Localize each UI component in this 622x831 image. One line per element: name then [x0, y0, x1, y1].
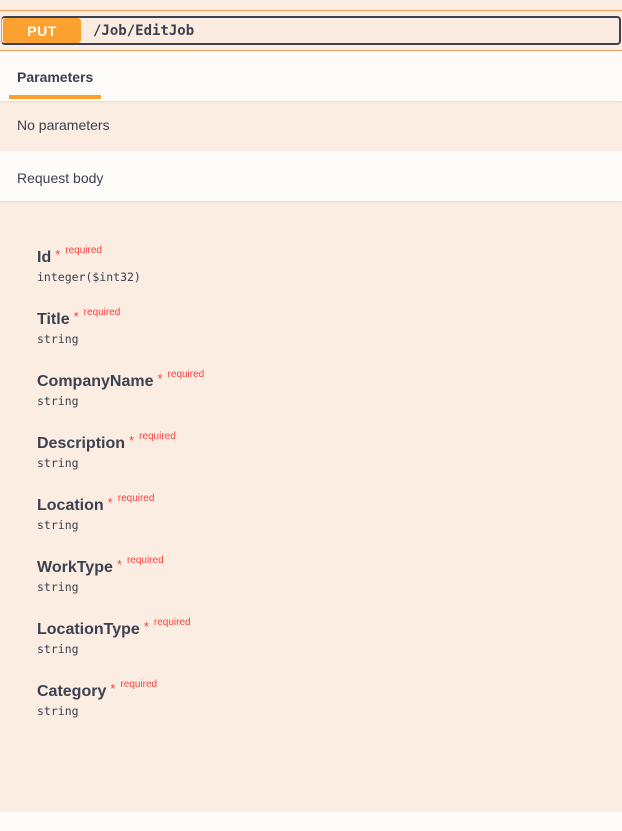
required-label: required — [167, 369, 205, 380]
property-name: Description — [37, 435, 126, 452]
property-name: WorkType — [37, 559, 113, 576]
no-parameters-text: No parameters — [17, 117, 110, 133]
tab-active-indicator — [9, 95, 101, 99]
property-type: string — [37, 704, 79, 718]
request-body-label: Request body — [17, 170, 104, 186]
request-body-schema: Id * required integer($int32) Title * re… — [0, 210, 622, 750]
required-label: required — [65, 245, 102, 256]
required-label: required — [117, 493, 155, 504]
property-name: Title — [37, 311, 70, 328]
schema-property: Location * required string — [37, 493, 154, 532]
required-star: * — [129, 433, 135, 448]
property-name: Category — [37, 683, 107, 700]
schema-property: WorkType * required string — [37, 555, 164, 594]
property-name: CompanyName — [37, 373, 154, 390]
required-label: required — [83, 307, 121, 318]
required-label: required — [153, 617, 191, 628]
method-badge: PUT — [3, 18, 81, 43]
request-body-header: Request body — [0, 151, 622, 201]
required-label: required — [120, 679, 158, 690]
property-type: string — [37, 456, 79, 470]
required-star: * — [143, 619, 149, 634]
operation-summary[interactable]: PUT /Job/EditJob — [1, 16, 621, 45]
property-name: Location — [37, 497, 104, 514]
required-star: * — [73, 309, 79, 324]
required-label: required — [126, 555, 164, 566]
bottom-strip — [0, 812, 622, 831]
required-star: * — [116, 557, 122, 572]
property-type: string — [37, 580, 79, 594]
schema-property: LocationType * required string — [37, 617, 191, 656]
property-type: string — [37, 642, 79, 656]
required-star: * — [157, 371, 163, 386]
schema-property: CompanyName * required string — [37, 369, 204, 408]
schema-property: Category * required string — [37, 679, 157, 718]
schema-property: Description * required string — [37, 431, 176, 470]
divider — [0, 10, 622, 11]
required-label: required — [139, 431, 176, 442]
required-star: * — [107, 495, 113, 510]
swagger-operation-page: PUT /Job/EditJob Parameters No parameter… — [0, 0, 622, 831]
operation-path: /Job/EditJob — [93, 22, 195, 39]
property-name: LocationType — [37, 621, 140, 638]
property-type: string — [37, 394, 79, 408]
property-name: Id — [37, 249, 52, 266]
schema-property: Id * required integer($int32) — [37, 245, 141, 284]
property-type: integer($int32) — [37, 270, 141, 284]
schema-property: Title * required string — [37, 307, 120, 346]
property-type: string — [37, 518, 79, 532]
required-star: * — [110, 681, 116, 696]
tab-parameters[interactable]: Parameters — [17, 69, 93, 85]
parameters-tab-header: Parameters — [0, 51, 622, 101]
property-type: string — [37, 332, 79, 346]
required-star: * — [55, 247, 61, 262]
